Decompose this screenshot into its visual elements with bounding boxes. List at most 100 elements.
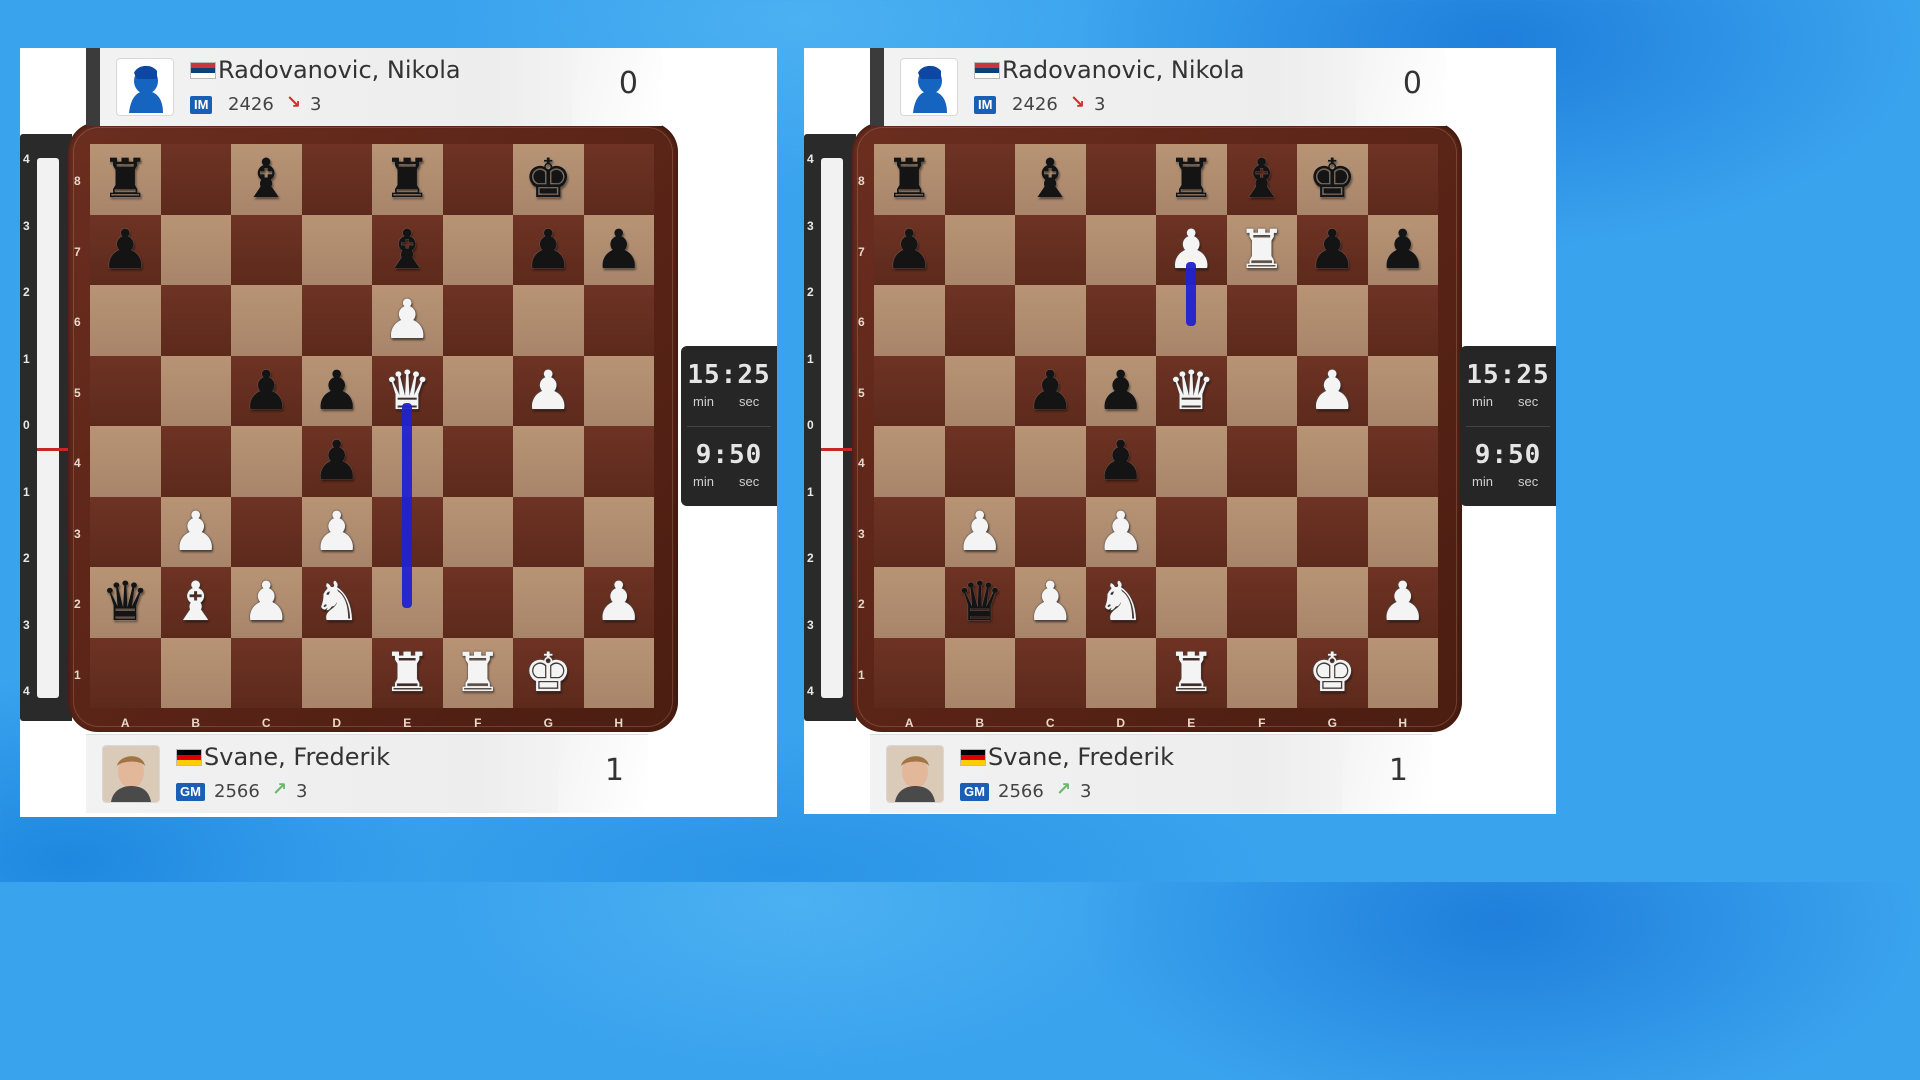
square-a1[interactable]: 1 — [74, 637, 161, 708]
bottom-player-card[interactable]: Svane, Frederik GM 2566 ↗ 3 1 — [86, 734, 648, 813]
square-g7[interactable]: ♟ — [1297, 214, 1368, 285]
square-c1[interactable] — [1015, 637, 1086, 708]
black-pawn-icon[interactable]: ♟ — [885, 222, 933, 277]
square-c7[interactable] — [231, 214, 302, 285]
square-g5[interactable]: ♟ — [1297, 355, 1368, 426]
square-g5[interactable]: ♟ — [513, 355, 584, 426]
square-h2[interactable]: ♟ — [583, 567, 654, 638]
square-a1[interactable]: 1 — [858, 637, 945, 708]
black-rook-icon[interactable]: ♜ — [1167, 152, 1215, 206]
square-e1[interactable]: ♜ — [1156, 637, 1227, 708]
square-a2[interactable]: ♛ 2 — [74, 567, 161, 638]
square-f7[interactable]: ♜ — [1226, 214, 1297, 285]
square-b2[interactable]: ♝ — [160, 567, 231, 638]
square-g4[interactable] — [513, 426, 584, 497]
square-f6[interactable] — [1226, 285, 1297, 356]
square-e3[interactable] — [1156, 496, 1227, 567]
square-c4[interactable] — [1015, 426, 1086, 497]
square-f1[interactable]: ♜ — [442, 637, 513, 708]
square-f6[interactable] — [442, 285, 513, 356]
black-king-icon[interactable]: ♚ — [524, 152, 572, 206]
square-e2[interactable] — [372, 567, 443, 638]
square-h6[interactable] — [583, 285, 654, 356]
square-e4[interactable] — [372, 426, 443, 497]
square-g1[interactable]: ♚ — [513, 637, 584, 708]
square-h7[interactable]: ♟ — [1367, 214, 1438, 285]
square-b8[interactable] — [944, 144, 1015, 215]
top-player-card[interactable]: Radovanovic, Nikola IM 2426 ↘ 3 0 — [870, 48, 1446, 126]
square-d8[interactable] — [1085, 144, 1156, 215]
square-h3[interactable] — [583, 496, 654, 567]
square-d8[interactable] — [301, 144, 372, 215]
square-a5[interactable]: 5 — [858, 355, 945, 426]
white-pawn-icon[interactable]: ♟ — [1379, 575, 1427, 629]
square-a7[interactable]: ♟ 7 — [858, 214, 945, 285]
black-pawn-icon[interactable]: ♟ — [242, 363, 290, 418]
square-e6[interactable] — [1156, 285, 1227, 356]
square-g8[interactable]: ♚ — [513, 144, 584, 215]
square-g7[interactable]: ♟ — [513, 214, 584, 285]
black-bishop-icon[interactable]: ♝ — [242, 152, 290, 206]
square-e5[interactable]: ♛ — [1156, 355, 1227, 426]
black-queen-icon[interactable]: ♛ — [956, 575, 1004, 629]
square-d3[interactable]: ♟ — [1085, 496, 1156, 567]
square-d6[interactable] — [301, 285, 372, 356]
square-f5[interactable] — [1226, 355, 1297, 426]
black-pawn-icon[interactable]: ♟ — [101, 222, 149, 277]
black-pawn-icon[interactable]: ♟ — [313, 363, 361, 418]
square-c3[interactable] — [231, 496, 302, 567]
square-d6[interactable] — [1085, 285, 1156, 356]
square-b6[interactable] — [160, 285, 231, 356]
square-e5[interactable]: ♛ — [372, 355, 443, 426]
square-g2[interactable] — [513, 567, 584, 638]
square-a3[interactable]: 3 — [858, 496, 945, 567]
white-king-icon[interactable]: ♚ — [524, 645, 572, 700]
square-h7[interactable]: ♟ — [583, 214, 654, 285]
square-a4[interactable]: 4 — [858, 426, 945, 497]
square-a3[interactable]: 3 — [74, 496, 161, 567]
white-pawn-icon[interactable]: ♟ — [1097, 504, 1145, 559]
black-rook-icon[interactable]: ♜ — [383, 152, 431, 206]
square-f8[interactable]: ♝ — [1226, 144, 1297, 215]
white-pawn-icon[interactable]: ♟ — [313, 504, 361, 559]
white-rook-icon[interactable]: ♜ — [383, 645, 431, 700]
square-f7[interactable] — [442, 214, 513, 285]
square-f4[interactable] — [442, 426, 513, 497]
square-d7[interactable] — [301, 214, 372, 285]
square-f2[interactable] — [1226, 567, 1297, 638]
square-h5[interactable] — [1367, 355, 1438, 426]
square-c5[interactable]: ♟ — [231, 355, 302, 426]
square-b7[interactable] — [160, 214, 231, 285]
black-pawn-icon[interactable]: ♟ — [1097, 434, 1145, 488]
square-d2[interactable]: ♞ — [301, 567, 372, 638]
square-g1[interactable]: ♚ — [1297, 637, 1368, 708]
square-b2[interactable]: ♛ — [944, 567, 1015, 638]
square-e7[interactable]: ♝ — [372, 214, 443, 285]
square-d1[interactable] — [301, 637, 372, 708]
square-b3[interactable]: ♟ — [944, 496, 1015, 567]
square-d5[interactable]: ♟ — [301, 355, 372, 426]
white-pawn-icon[interactable]: ♟ — [383, 293, 431, 347]
square-h2[interactable]: ♟ — [1367, 567, 1438, 638]
square-h4[interactable] — [1367, 426, 1438, 497]
white-pawn-icon[interactable]: ♟ — [1167, 222, 1215, 277]
white-queen-icon[interactable]: ♛ — [1167, 363, 1215, 418]
white-knight-icon[interactable]: ♞ — [1097, 575, 1145, 629]
square-b5[interactable] — [944, 355, 1015, 426]
square-f3[interactable] — [442, 496, 513, 567]
square-e1[interactable]: ♜ — [372, 637, 443, 708]
square-f5[interactable] — [442, 355, 513, 426]
square-c6[interactable] — [1015, 285, 1086, 356]
white-rook-icon[interactable]: ♜ — [454, 645, 502, 700]
square-d4[interactable]: ♟ — [1085, 426, 1156, 497]
square-g3[interactable] — [1297, 496, 1368, 567]
square-b7[interactable] — [944, 214, 1015, 285]
black-rook-icon[interactable]: ♜ — [101, 152, 149, 206]
square-h6[interactable] — [1367, 285, 1438, 356]
square-c8[interactable]: ♝ — [1015, 144, 1086, 215]
square-g4[interactable] — [1297, 426, 1368, 497]
black-pawn-icon[interactable]: ♟ — [1097, 363, 1145, 418]
white-pawn-icon[interactable]: ♟ — [1026, 575, 1074, 629]
square-g2[interactable] — [1297, 567, 1368, 638]
square-b5[interactable] — [160, 355, 231, 426]
